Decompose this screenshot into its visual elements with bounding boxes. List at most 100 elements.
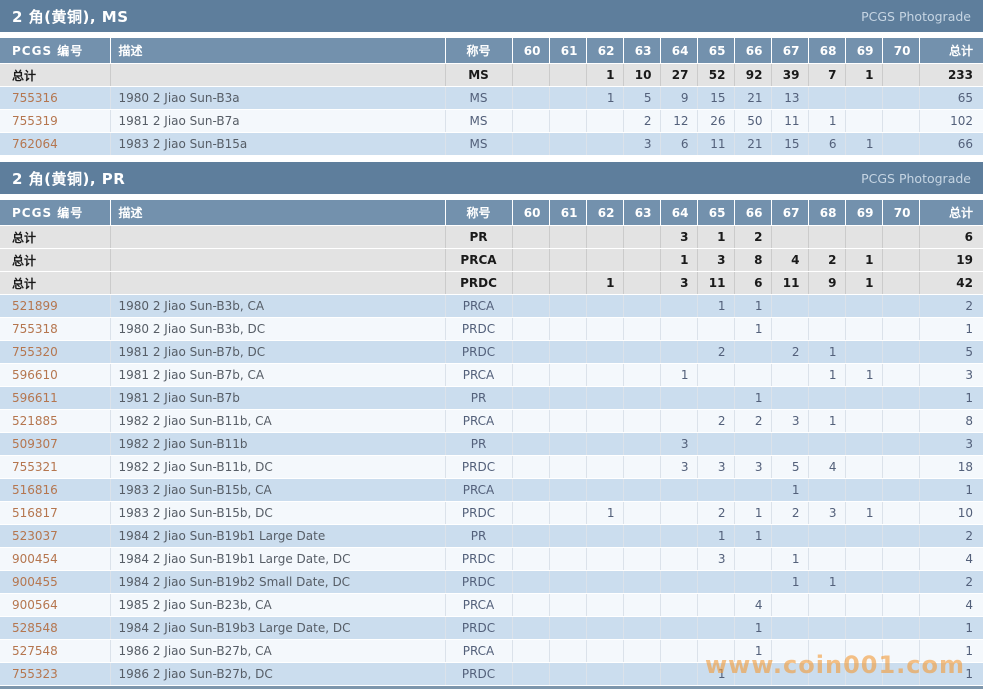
table-row: 5966111981 2 Jiao Sun-B7bPR11 bbox=[0, 387, 983, 410]
coin-description-cell: 1984 2 Jiao Sun-B19b3 Large Date, DC bbox=[110, 617, 445, 640]
photograde-link[interactable]: PCGS Photograde bbox=[861, 9, 971, 24]
grade-count-cell-67: 5 bbox=[771, 456, 808, 479]
grade-count-cell-60 bbox=[512, 640, 549, 663]
pcgs-number-link[interactable]: 516817 bbox=[12, 506, 58, 520]
grade-count-cell-60 bbox=[512, 318, 549, 341]
grade-count-cell-61 bbox=[549, 110, 586, 133]
photograde-link[interactable]: PCGS Photograde bbox=[861, 171, 971, 186]
pcgs-number-link[interactable]: 521885 bbox=[12, 414, 58, 428]
grade-count-cell-61 bbox=[549, 548, 586, 571]
grade-count-cell-62 bbox=[586, 110, 623, 133]
totals-row: 总计PRDC13116119142 bbox=[0, 272, 983, 295]
pcgs-number-cell: 755321 bbox=[0, 456, 110, 479]
pcgs-number-link[interactable]: 755318 bbox=[12, 322, 58, 336]
pcgs-number-cell: 755318 bbox=[0, 318, 110, 341]
coin-description-cell: 1981 2 Jiao Sun-B7b, DC bbox=[110, 341, 445, 364]
pcgs-number-link[interactable]: 527548 bbox=[12, 644, 58, 658]
pcgs-number-link[interactable]: 516816 bbox=[12, 483, 58, 497]
coin-description-cell: 1982 2 Jiao Sun-B11b, DC bbox=[110, 456, 445, 479]
grade-count-cell-67 bbox=[771, 594, 808, 617]
grade-count-cell-63 bbox=[623, 341, 660, 364]
pcgs-number-link[interactable]: 900455 bbox=[12, 575, 58, 589]
pcgs-number-link[interactable]: 521899 bbox=[12, 299, 58, 313]
grade-count-cell-66: 1 bbox=[734, 525, 771, 548]
pcgs-number-link[interactable]: 762064 bbox=[12, 137, 58, 151]
grade-count-cell-63: 2 bbox=[623, 110, 660, 133]
grade-count-cell-64 bbox=[660, 479, 697, 502]
table-row: 5218991980 2 Jiao Sun-B3b, CAPRCA112 bbox=[0, 295, 983, 318]
pcgs-number-cell: 509307 bbox=[0, 433, 110, 456]
grade-count-cell-61 bbox=[549, 456, 586, 479]
section-ms: 2 角(黄铜), MS PCGS Photograde PCGS 编号描述称号6… bbox=[0, 0, 983, 156]
grade-count-cell-65: 3 bbox=[697, 548, 734, 571]
col-header-grade-66: 66 bbox=[734, 200, 771, 226]
grade-count-cell-63 bbox=[623, 594, 660, 617]
grade-count-cell-65 bbox=[697, 571, 734, 594]
grade-count-cell-63 bbox=[623, 249, 660, 272]
pcgs-number-link[interactable]: 755320 bbox=[12, 345, 58, 359]
grade-count-cell-65: 1 bbox=[697, 226, 734, 249]
grade-count-cell-68 bbox=[808, 617, 845, 640]
grade-count-cell-62 bbox=[586, 663, 623, 686]
pcgs-number-cell: 521885 bbox=[0, 410, 110, 433]
grade-count-cell-61 bbox=[549, 663, 586, 686]
pcgs-number-link[interactable]: 523037 bbox=[12, 529, 58, 543]
row-total-cell: 2 bbox=[919, 571, 983, 594]
grade-count-cell-65: 52 bbox=[697, 64, 734, 87]
grade-count-cell-69 bbox=[845, 318, 882, 341]
coin-description-cell: 1982 2 Jiao Sun-B11b bbox=[110, 433, 445, 456]
designation-cell: PRDC bbox=[445, 456, 512, 479]
header-row: PCGS 编号描述称号6061626364656667686970总计 bbox=[0, 38, 983, 64]
grade-count-cell-69 bbox=[845, 456, 882, 479]
table-row: 9005641985 2 Jiao Sun-B23b, CAPRCA44 bbox=[0, 594, 983, 617]
designation-cell: PRDC bbox=[445, 663, 512, 686]
grade-count-cell-60 bbox=[512, 272, 549, 295]
grade-count-cell-64: 1 bbox=[660, 364, 697, 387]
coin-description-cell: 1986 2 Jiao Sun-B27b, CA bbox=[110, 640, 445, 663]
pcgs-number-link[interactable]: 596610 bbox=[12, 368, 58, 382]
pcgs-number-link[interactable]: 596611 bbox=[12, 391, 58, 405]
grade-count-cell-70 bbox=[882, 456, 919, 479]
pcgs-number-link[interactable]: 755316 bbox=[12, 91, 58, 105]
grade-count-cell-62: 1 bbox=[586, 502, 623, 525]
coin-description-cell: 1983 2 Jiao Sun-B15b, DC bbox=[110, 502, 445, 525]
grade-count-cell-62 bbox=[586, 410, 623, 433]
grade-count-cell-63 bbox=[623, 456, 660, 479]
grade-count-cell-69 bbox=[845, 295, 882, 318]
pcgs-number-cell: 755316 bbox=[0, 87, 110, 110]
grade-count-cell-69 bbox=[845, 479, 882, 502]
pcgs-number-link[interactable]: 755319 bbox=[12, 114, 58, 128]
grade-count-cell-68 bbox=[808, 295, 845, 318]
grade-count-cell-66: 2 bbox=[734, 410, 771, 433]
grade-count-cell-63 bbox=[623, 640, 660, 663]
pcgs-number-link[interactable]: 528548 bbox=[12, 621, 58, 635]
pcgs-number-link[interactable]: 900454 bbox=[12, 552, 58, 566]
col-header-grade-61: 61 bbox=[549, 200, 586, 226]
col-header-designation: 称号 bbox=[445, 38, 512, 64]
grade-count-cell-60 bbox=[512, 364, 549, 387]
grade-count-cell-64 bbox=[660, 295, 697, 318]
pcgs-number-link[interactable]: 509307 bbox=[12, 437, 58, 451]
pcgs-number-link[interactable]: 755321 bbox=[12, 460, 58, 474]
section-title: 2 角(黄铜), MS bbox=[12, 6, 129, 27]
totals-label-cell: 总计 bbox=[0, 249, 110, 272]
section-pr: 2 角(黄铜), PR PCGS Photograde PCGS 编号描述称号6… bbox=[0, 162, 983, 686]
grade-count-cell-70 bbox=[882, 571, 919, 594]
grade-count-cell-64: 3 bbox=[660, 226, 697, 249]
pcgs-number-link[interactable]: 755323 bbox=[12, 667, 58, 681]
table-header: PCGS 编号描述称号6061626364656667686970总计 bbox=[0, 200, 983, 226]
table-row: 5218851982 2 Jiao Sun-B11b, CAPRCA22318 bbox=[0, 410, 983, 433]
grade-count-cell-64 bbox=[660, 341, 697, 364]
pcgs-number-link[interactable]: 900564 bbox=[12, 598, 58, 612]
grade-count-cell-68: 1 bbox=[808, 410, 845, 433]
grade-count-cell-62 bbox=[586, 318, 623, 341]
coin-description-cell: 1981 2 Jiao Sun-B7b, CA bbox=[110, 364, 445, 387]
pcgs-number-cell: 527548 bbox=[0, 640, 110, 663]
grade-count-cell-67 bbox=[771, 663, 808, 686]
grade-count-cell-69 bbox=[845, 226, 882, 249]
grade-count-cell-70 bbox=[882, 433, 919, 456]
grade-count-cell-62 bbox=[586, 341, 623, 364]
row-total-cell: 2 bbox=[919, 525, 983, 548]
grade-count-cell-68: 4 bbox=[808, 456, 845, 479]
grade-count-cell-66: 1 bbox=[734, 617, 771, 640]
